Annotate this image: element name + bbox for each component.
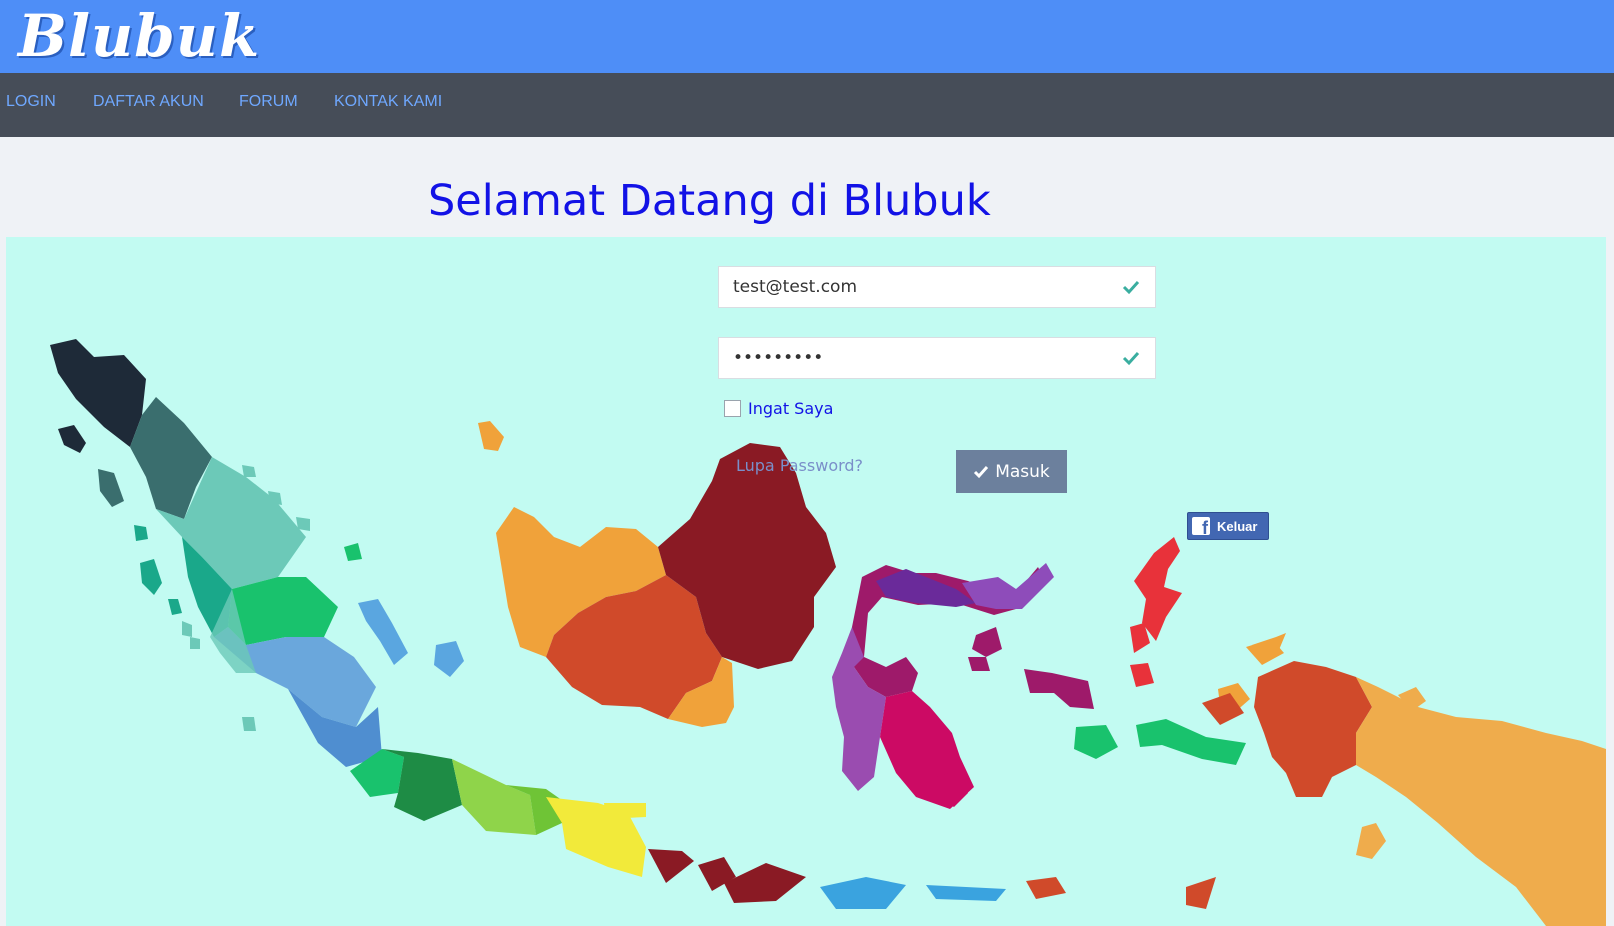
login-button-label: Masuk	[995, 461, 1050, 482]
remember-checkbox[interactable]	[724, 400, 741, 417]
facebook-button-label: Keluar	[1217, 518, 1258, 534]
nav-contact[interactable]: KONTAK KAMI	[334, 93, 442, 111]
forgot-password-link[interactable]: Lupa Password?	[736, 456, 863, 475]
password-field[interactable]	[718, 337, 1156, 379]
login-button[interactable]: Masuk	[956, 450, 1067, 493]
email-input[interactable]	[733, 267, 1113, 307]
nav-register[interactable]: DAFTAR AKUN	[93, 93, 204, 111]
header-bar: Blubuk	[0, 0, 1614, 73]
facebook-icon: f	[1192, 517, 1210, 535]
remember-me: Ingat Saya	[724, 399, 833, 418]
remember-label[interactable]: Ingat Saya	[748, 399, 833, 418]
nav-forum[interactable]: FORUM	[239, 93, 298, 111]
check-icon	[974, 465, 989, 478]
check-icon	[1122, 280, 1140, 295]
main-nav: LOGIN DAFTAR AKUN FORUM KONTAK KAMI	[0, 73, 1614, 137]
check-icon	[1122, 351, 1140, 366]
nav-login[interactable]: LOGIN	[6, 93, 56, 111]
password-input[interactable]	[733, 338, 1113, 378]
email-field[interactable]	[718, 266, 1156, 308]
page-title: Selamat Datang di Blubuk	[428, 176, 991, 226]
facebook-logout-button[interactable]: f Keluar	[1187, 512, 1269, 540]
site-logo[interactable]: Blubuk	[18, 2, 260, 70]
